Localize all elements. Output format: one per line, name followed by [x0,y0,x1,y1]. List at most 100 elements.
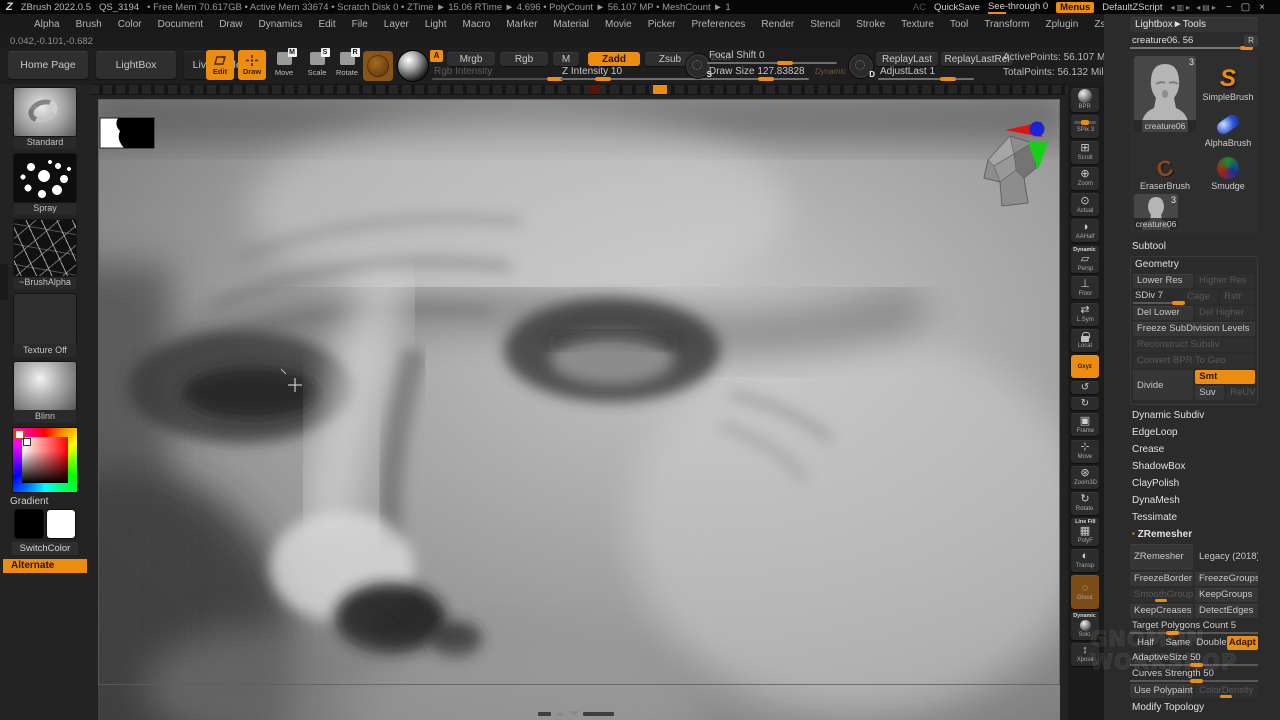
shelf-button-spix-3[interactable]: SPix 3 [1071,115,1099,138]
shelf-button-l-sym[interactable]: ⇄L.Sym [1071,303,1099,326]
menus-button[interactable]: Menus [1056,2,1094,13]
sculpt-viewport[interactable] [90,95,1068,720]
lightbox-tools-header[interactable]: Lightbox►Tools [1130,17,1258,32]
reconstruct-subdiv-button[interactable]: Reconstruct Subdiv [1133,338,1255,352]
section-dynamesh[interactable]: DynaMesh [1130,493,1258,508]
shelf-button-zoom[interactable]: ⊕Zoom [1071,167,1099,190]
use-polypaint-button[interactable]: Use Polypaint [1130,684,1193,698]
menu-edit[interactable]: Edit [310,19,343,30]
section-modify-topology[interactable]: Modify Topology [1130,700,1258,715]
shelf-button-gxyz[interactable]: Gxyz [1071,355,1099,378]
zremesher-section-header[interactable]: ▪ ZRemesher [1130,527,1258,542]
doc-nav-icons[interactable]: ◂▥▸ ◂▤▸ [1170,3,1217,12]
half-button[interactable]: Half [1130,636,1161,650]
draw-mode-button[interactable]: Draw [238,50,266,80]
smudge-tool[interactable]: Smudge [1198,151,1258,191]
alternate-button[interactable]: Alternate [3,559,87,573]
subtool-section-header[interactable]: Subtool [1130,239,1258,254]
current-brush-thumbnail[interactable] [14,88,76,136]
gradient-label[interactable]: Gradient [10,496,80,507]
menu-marker[interactable]: Marker [498,19,545,30]
simplebrush-tool[interactable]: S SimpleBrush [1198,56,1258,102]
shelf-button-redo-arrow[interactable]: ↻ [1071,397,1099,410]
menu-tool[interactable]: Tool [942,19,976,30]
alphabrush-tool[interactable]: AlphaBrush [1198,102,1258,148]
scale-mode-button[interactable]: S Scale [304,52,330,80]
color-picker[interactable] [13,428,77,492]
shelf-button-undo-arrow[interactable]: ↺ [1071,381,1099,394]
freeze-subdivision-button[interactable]: Freeze SubDivision Levels [1133,322,1255,336]
secondary-color-swatch[interactable] [47,510,75,538]
rotate-mode-button[interactable]: R Rotate [334,52,360,80]
default-zscript-button[interactable]: DefaultZScript [1102,2,1162,13]
rgb-button[interactable]: Rgb [500,52,548,66]
left-tray-divider[interactable] [0,264,8,300]
zremesher-button[interactable]: ZRemesher [1130,544,1193,570]
shelf-button-persp[interactable]: Dynamic▱Persp [1071,246,1099,274]
section-claypolish[interactable]: ClayPolish [1130,476,1258,491]
detect-edges-button[interactable]: DetectEdges [1195,604,1258,618]
menu-preferences[interactable]: Preferences [683,19,753,30]
section-edgeloop[interactable]: EdgeLoop [1130,425,1258,440]
bottom-tray-toggle[interactable] [538,710,614,717]
shelf-button-local[interactable]: Local [1071,329,1099,352]
stroke-thumbnail[interactable] [14,154,76,202]
menu-document[interactable]: Document [150,19,212,30]
shelf-button-xpose[interactable]: ↕Xpose [1071,643,1099,666]
move-mode-button[interactable]: M Move [271,52,297,80]
geometry-section-header[interactable]: Geometry [1133,259,1255,272]
sdiv-slider[interactable]: SDiv 7 [1133,290,1181,304]
section-tessimate[interactable]: Tessimate [1130,510,1258,525]
del-higher-button[interactable]: Del Higher [1195,306,1255,320]
menu-render[interactable]: Render [753,19,802,30]
color-density-slider[interactable]: ColorDensity [1195,684,1258,698]
shelf-button-ghost[interactable]: ◌Ghost [1071,575,1099,609]
m-button[interactable]: M [553,52,579,66]
texture-thumbnail[interactable] [14,294,76,344]
main-color-swatch[interactable] [15,510,43,538]
curves-strength-slider[interactable]: Curves Strength 50 [1130,668,1258,682]
document-thumbnail[interactable] [100,118,154,148]
target-polygons-slider[interactable]: Target Polygons Count 5 [1130,620,1258,634]
higher-res-button[interactable]: Higher Res [1195,274,1255,288]
reuv-button[interactable]: ReUV [1226,386,1255,400]
section-crease[interactable]: Crease [1130,442,1258,457]
shelf-button-polyf[interactable]: Line Fill▦PolyF [1071,518,1099,546]
divide-button[interactable]: Divide [1133,370,1193,400]
shelf-button-transp[interactable]: ◐Transp [1071,549,1099,572]
same-button[interactable]: Same [1162,636,1193,650]
menu-stroke[interactable]: Stroke [848,19,893,30]
menu-dynamics[interactable]: Dynamics [251,19,311,30]
shelf-button-actual[interactable]: ⊙Actual [1071,193,1099,216]
menu-layer[interactable]: Layer [376,19,417,30]
lightbox-button[interactable]: LightBox [96,51,176,79]
menu-picker[interactable]: Picker [640,19,684,30]
window-controls[interactable]: −▢× [1226,2,1274,13]
adjust-last-slider[interactable]: AdjustLast 1 [878,66,974,80]
keep-groups-button[interactable]: KeepGroups [1195,588,1258,602]
shelf-button-frame[interactable]: ▣Frame [1071,413,1099,436]
mrgb-button[interactable]: Mrgb [447,52,495,66]
suv-toggle[interactable]: Suv [1195,386,1224,400]
del-lower-button[interactable]: Del Lower [1133,306,1193,320]
menu-file[interactable]: File [344,19,376,30]
smt-toggle[interactable]: Smt [1195,370,1255,384]
keep-creases-button[interactable]: KeepCreases [1130,604,1193,618]
current-tool-thumbnail[interactable]: 3 creature06 [1134,56,1196,132]
double-button[interactable]: Double [1195,636,1226,650]
eraserbrush-tool[interactable]: C EraserBrush [1134,151,1196,191]
menu-stencil[interactable]: Stencil [802,19,848,30]
zadd-button[interactable]: Zadd [588,52,640,66]
shelf-button-rotate[interactable]: ↻Rotate [1071,492,1099,515]
edit-mode-button[interactable]: Edit [206,50,234,80]
draw-size-slider[interactable]: Draw Size 127.83828 [707,66,809,80]
shelf-button-floor[interactable]: ⊥Floor [1071,276,1099,299]
menu-macro[interactable]: Macro [455,19,499,30]
tool-scroll-slider[interactable]: creature06. 56 R [1130,35,1258,49]
current-brush-button[interactable] [363,51,393,81]
freeze-groups-button[interactable]: FreezeGroups [1195,572,1258,586]
menu-texture[interactable]: Texture [893,19,942,30]
legacy-2018-button[interactable]: Legacy (2018) [1195,544,1258,570]
shelf-button-scroll[interactable]: ⊞Scroll [1071,141,1099,164]
shelf-button-aahalf[interactable]: ◑AAHalf [1071,219,1099,242]
